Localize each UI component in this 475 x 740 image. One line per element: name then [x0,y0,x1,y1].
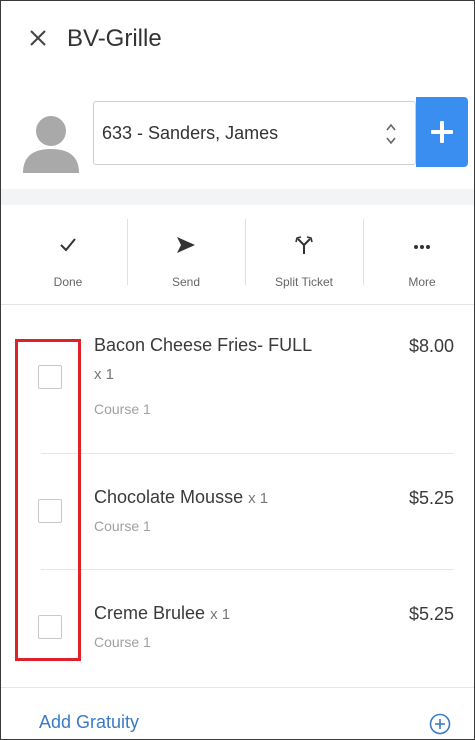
checkbox-highlight-annotation [15,339,81,661]
page-title: BV-Grille [67,25,162,52]
add-customer-button[interactable] [416,97,468,167]
add-gratuity-link[interactable]: Add Gratuity [39,712,139,733]
updown-chevron-icon [386,123,396,145]
checkmark-icon [60,238,76,252]
more-button[interactable]: More [363,205,475,305]
item-course: Course 1 [94,518,151,534]
user-avatar-icon [23,116,79,173]
header: BV-Grille [1,1,474,81]
done-label: Done [53,275,83,289]
more-label: More [408,275,436,289]
split-icon [295,236,313,254]
customer-select[interactable]: 633 - Sanders, James [93,101,416,165]
item-name: Chocolate Mousse x 1 [94,487,269,507]
action-toolbar: Done Send Split Ticket More [1,205,474,305]
split-ticket-button[interactable]: Split Ticket [245,205,363,305]
item-name: Creme Brulee x 1 [94,603,231,623]
send-label: Send [171,275,201,289]
add-circle-icon[interactable] [429,713,451,735]
section-divider [1,189,474,205]
item-quantity: x 1 [94,366,115,383]
customer-select-value: 633 - Sanders, James [102,123,279,143]
footer-divider [1,687,474,688]
item-divider [41,453,454,454]
item-divider [41,569,454,570]
customer-row: 633 - Sanders, James [1,97,474,179]
item-course: Course 1 [94,634,151,650]
item-quantity: x 1 [210,606,231,623]
send-button[interactable]: Send [127,205,245,305]
done-button[interactable]: Done [9,205,127,305]
close-icon[interactable] [27,27,49,49]
item-price: $5.25 [408,604,454,624]
order-panel: BV-Grille 633 - Sanders, James Done Send… [0,0,475,740]
more-dots-icon [414,245,430,249]
send-icon [177,237,195,253]
item-name: Bacon Cheese Fries- FULL x 1 [94,335,313,383]
split-ticket-label: Split Ticket [274,275,334,289]
item-course: Course 1 [94,401,151,417]
item-quantity: x 1 [248,490,269,507]
item-price: $8.00 [408,336,454,356]
item-price: $5.25 [408,488,454,508]
